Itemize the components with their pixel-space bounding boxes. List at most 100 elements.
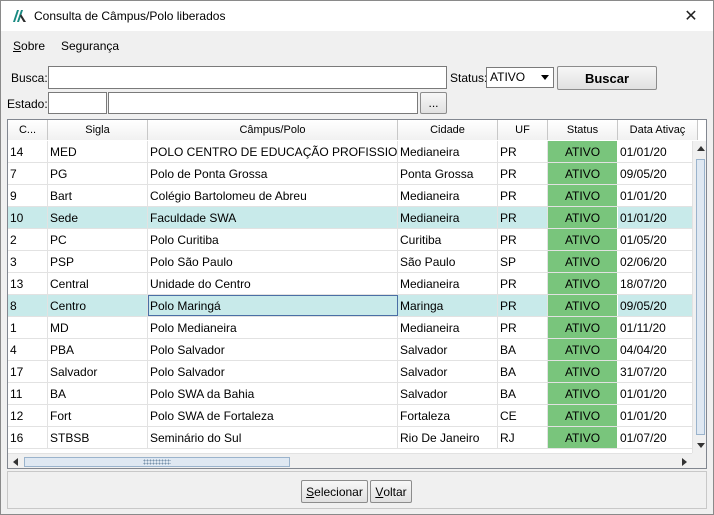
cell-cidade[interactable]: Rio De Janeiro [398,427,498,448]
estado-name-input[interactable] [108,92,418,114]
cell-codigo[interactable]: 12 [8,405,48,426]
cell-uf[interactable]: PR [498,207,548,228]
cell-cidade[interactable]: Fortaleza [398,405,498,426]
busca-input[interactable] [48,66,447,89]
cell-codigo[interactable]: 3 [8,251,48,272]
cell-uf[interactable]: PR [498,185,548,206]
cell-codigo[interactable]: 1 [8,317,48,338]
cell-uf[interactable]: SP [498,251,548,272]
table-row[interactable]: 7 PG Polo de Ponta Grossa Ponta Grossa PR ATI… [8,163,698,185]
cell-campus[interactable]: Faculdade SWA [148,207,398,228]
cell-codigo[interactable]: 11 [8,383,48,404]
cell-status[interactable]: ATIVO [548,207,618,228]
header-col-uf[interactable]: UF [498,120,548,140]
cell-cidade[interactable]: Maringa [398,295,498,316]
cell-campus[interactable]: Unidade do Centro [148,273,398,294]
cell-campus[interactable]: Polo Maringá [148,295,398,316]
header-col-codigo[interactable]: C... [8,120,48,140]
cell-campus[interactable]: Colégio Bartolomeu de Abreu [148,185,398,206]
cell-campus[interactable]: Polo São Paulo [148,251,398,272]
horizontal-scroll-thumb[interactable] [24,457,290,467]
cell-codigo[interactable]: 2 [8,229,48,250]
table-row[interactable]: 12 Fort Polo SWA de Fortaleza Fortaleza CE AT… [8,405,698,427]
table-row[interactable]: 9 Bart Colégio Bartolomeu de Abreu Medianei… [8,185,698,207]
cell-data[interactable]: 31/07/20 [618,361,698,382]
vertical-scroll-thumb[interactable] [696,159,705,435]
cell-uf[interactable]: PR [498,141,548,162]
selecionar-button[interactable]: Selecionar [301,480,368,503]
table-row[interactable]: 4 PBA Polo Salvador Salvador BA ATIVO 04/04/20 [8,339,698,361]
cell-uf[interactable]: PR [498,295,548,316]
scroll-left-icon[interactable] [13,458,18,466]
cell-data[interactable]: 01/01/20 [618,383,698,404]
cell-data[interactable]: 01/01/20 [618,185,698,206]
cell-cidade[interactable]: Ponta Grossa [398,163,498,184]
cell-status[interactable]: ATIVO [548,163,618,184]
cell-data[interactable]: 01/01/20 [618,141,698,162]
cell-campus[interactable]: Seminário do Sul [148,427,398,448]
close-icon[interactable]: ✕ [669,1,713,31]
cell-sigla[interactable]: PBA [48,339,148,360]
cell-data[interactable]: 01/01/20 [618,207,698,228]
table-row[interactable]: 14 MED POLO CENTRO DE EDUCAÇÃO PROFISSION… [8,141,698,163]
cell-sigla[interactable]: BA [48,383,148,404]
cell-campus[interactable]: Polo de Ponta Grossa [148,163,398,184]
header-col-status[interactable]: Status [548,120,618,140]
table-row[interactable]: 17 Salvador Polo Salvador Salvador BA ATIVO 31… [8,361,698,383]
table-row[interactable]: 10 Sede Faculdade SWA Medianeira PR ATIVO 01/0… [8,207,698,229]
campus-grid[interactable]: C... Sigla Câmpus/Polo Cidade UF Status Data A… [7,119,707,469]
cell-sigla[interactable]: Sede [48,207,148,228]
cell-codigo[interactable]: 7 [8,163,48,184]
cell-data[interactable]: 01/11/20 [618,317,698,338]
cell-codigo[interactable]: 9 [8,185,48,206]
cell-sigla[interactable]: PG [48,163,148,184]
cell-codigo[interactable]: 8 [8,295,48,316]
header-col-sigla[interactable]: Sigla [48,120,148,140]
cell-data[interactable]: 18/07/20 [618,273,698,294]
cell-cidade[interactable]: Salvador [398,383,498,404]
cell-uf[interactable]: BA [498,339,548,360]
cell-uf[interactable]: PR [498,163,548,184]
cell-data[interactable]: 09/05/20 [618,163,698,184]
cell-sigla[interactable]: MD [48,317,148,338]
cell-cidade[interactable]: Salvador [398,361,498,382]
header-col-data[interactable]: Data Ativaç [618,120,698,140]
cell-data[interactable]: 01/07/20 [618,427,698,448]
cell-uf[interactable]: CE [498,405,548,426]
cell-campus[interactable]: POLO CENTRO DE EDUCAÇÃO PROFISSION... [148,141,398,162]
cell-status[interactable]: ATIVO [548,141,618,162]
estado-browse-button[interactable]: ... [420,92,447,114]
cell-status[interactable]: ATIVO [548,229,618,250]
cell-status[interactable]: ATIVO [548,273,618,294]
cell-status[interactable]: ATIVO [548,295,618,316]
table-row[interactable]: 8 Centro Polo Maringá Maringa PR ATIVO 09/05/2… [8,295,698,317]
cell-cidade[interactable]: Salvador [398,339,498,360]
header-col-campus[interactable]: Câmpus/Polo [148,120,398,140]
cell-codigo[interactable]: 10 [8,207,48,228]
cell-status[interactable]: ATIVO [548,427,618,448]
voltar-button[interactable]: Voltar [370,480,412,503]
cell-campus[interactable]: Polo SWA da Bahia [148,383,398,404]
cell-sigla[interactable]: Fort [48,405,148,426]
cell-sigla[interactable]: Centro [48,295,148,316]
menu-sobre[interactable]: Sobre [13,39,45,53]
cell-status[interactable]: ATIVO [548,251,618,272]
header-col-cidade[interactable]: Cidade [398,120,498,140]
cell-status[interactable]: ATIVO [548,185,618,206]
cell-codigo[interactable]: 13 [8,273,48,294]
cell-cidade[interactable]: Medianeira [398,141,498,162]
cell-cidade[interactable]: Curitiba [398,229,498,250]
cell-codigo[interactable]: 14 [8,141,48,162]
menu-seguranca[interactable]: Segurança [61,39,119,53]
cell-sigla[interactable]: MED [48,141,148,162]
cell-sigla[interactable]: PC [48,229,148,250]
cell-codigo[interactable]: 16 [8,427,48,448]
table-row[interactable]: 1 MD Polo Medianeira Medianeira PR ATIVO 01/11… [8,317,698,339]
cell-sigla[interactable]: PSP [48,251,148,272]
cell-campus[interactable]: Polo Salvador [148,339,398,360]
cell-sigla[interactable]: Central [48,273,148,294]
cell-cidade[interactable]: Medianeira [398,207,498,228]
cell-campus[interactable]: Polo Salvador [148,361,398,382]
cell-campus[interactable]: Polo Curitiba [148,229,398,250]
cell-cidade[interactable]: Medianeira [398,273,498,294]
